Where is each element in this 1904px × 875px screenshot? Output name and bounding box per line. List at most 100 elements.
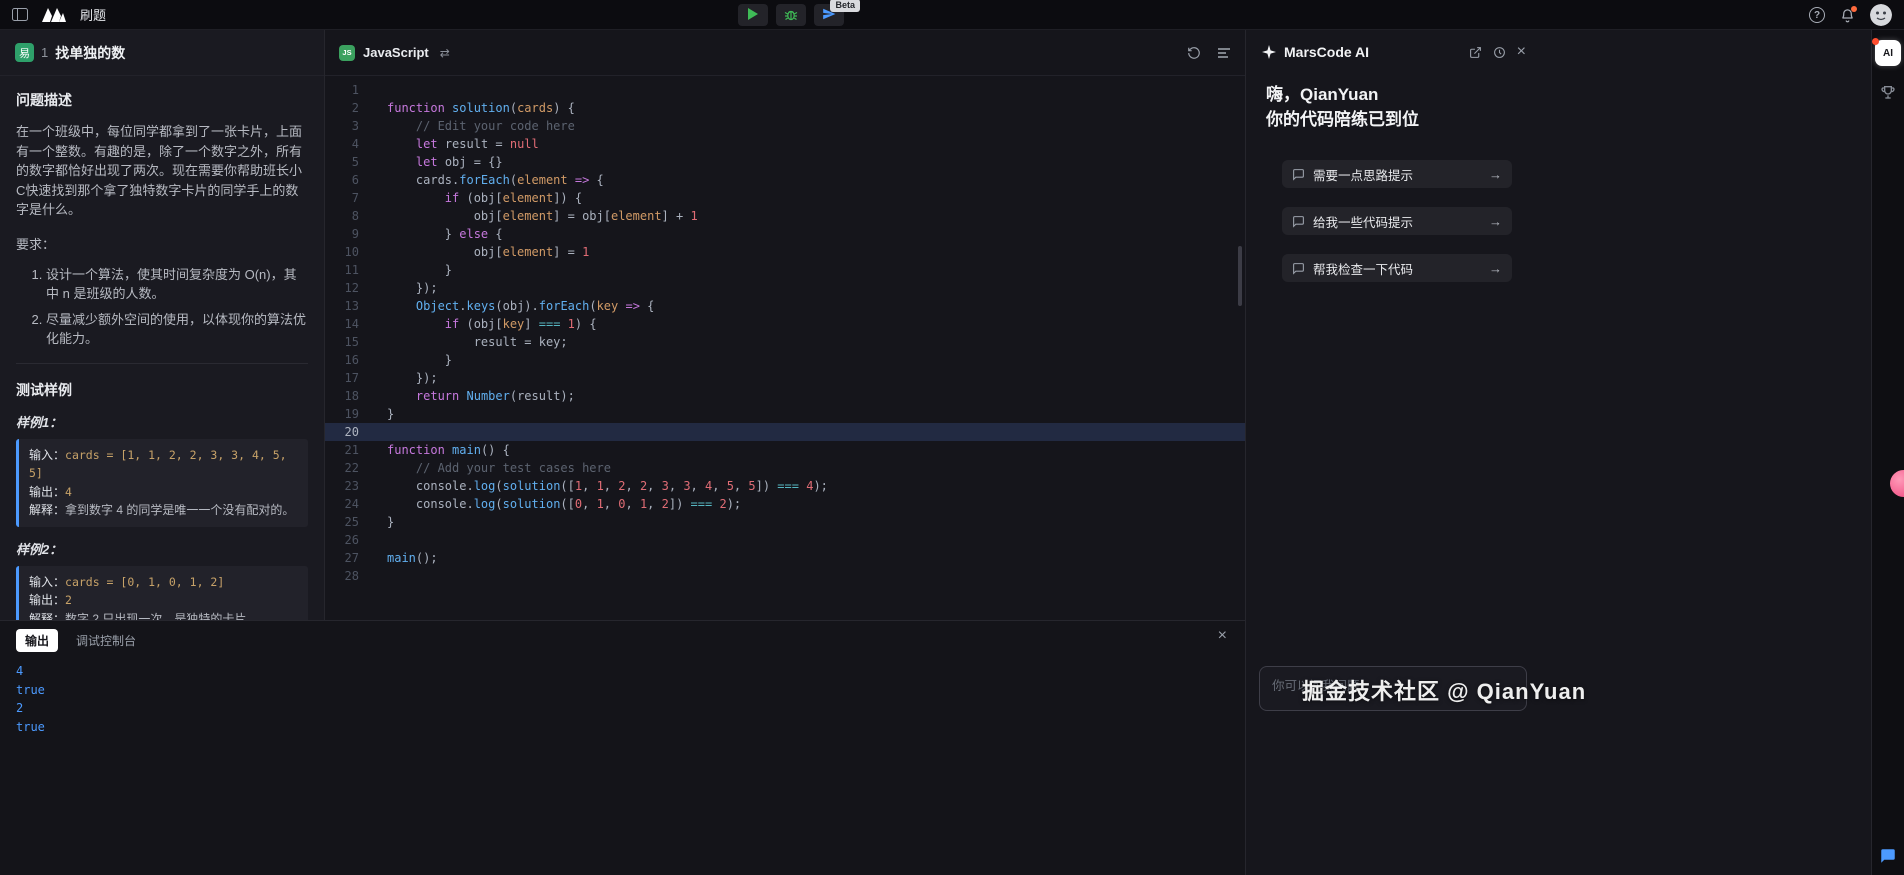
code-line[interactable]: 15 result = key;	[325, 333, 1245, 351]
debug-button[interactable]	[776, 4, 806, 26]
avatar[interactable]	[1870, 4, 1892, 26]
code-line[interactable]: 2function solution(cards) {	[325, 99, 1245, 117]
line-number: 11	[325, 261, 373, 279]
console-output-line: true	[16, 681, 1229, 700]
example-explain-text: 拿到数字 4 的同学是唯一一个没有配对的。	[65, 503, 294, 517]
example-output-label: 输出：	[29, 593, 65, 607]
format-icon[interactable]	[1217, 46, 1231, 60]
code-line[interactable]: 21function main() {	[325, 441, 1245, 459]
feedback-chat-icon[interactable]	[1879, 847, 1897, 865]
submit-button[interactable]: Beta	[814, 4, 844, 26]
code-line[interactable]: 18 return Number(result);	[325, 387, 1245, 405]
console-close-icon[interactable]: ×	[1218, 627, 1227, 645]
code-line[interactable]: 16 }	[325, 351, 1245, 369]
code-line[interactable]: 8 obj[element] = obj[element] + 1	[325, 207, 1245, 225]
code-line[interactable]: 9 } else {	[325, 225, 1245, 243]
code-line[interactable]: 27main();	[325, 549, 1245, 567]
tab-output[interactable]: 输出	[16, 629, 58, 652]
chat-bubble-icon	[1292, 215, 1305, 228]
code-line[interactable]: 12 });	[325, 279, 1245, 297]
tab-debug-console[interactable]: 调试控制台	[76, 632, 136, 649]
code-line[interactable]: 3 // Edit your code here	[325, 117, 1245, 135]
code-line[interactable]: 1	[325, 81, 1245, 99]
code-line[interactable]: 6 cards.forEach(element => {	[325, 171, 1245, 189]
problem-description: 在一个班级中，每位同学都拿到了一张卡片，上面有一个整数。有趣的是，除了一个数字之…	[16, 122, 308, 220]
console-panel: 输出 调试控制台 × 4true2true	[0, 620, 1245, 875]
marscode-logo[interactable]	[42, 8, 66, 22]
app-title[interactable]: 刷题	[80, 5, 106, 24]
marscode-ai-button[interactable]: AI	[1875, 40, 1901, 66]
language-switch-icon[interactable]: ⇄	[440, 46, 450, 60]
example-input-value: cards = [1, 1, 2, 2, 3, 3, 4, 5, 5]	[29, 448, 287, 481]
problem-header: 易 1 找单独的数	[0, 30, 324, 76]
ai-chat-input[interactable]	[1259, 666, 1527, 711]
section-title-description: 问题描述	[16, 90, 308, 110]
example-block: 输入：cards = [1, 1, 2, 2, 3, 3, 4, 5, 5] 输…	[16, 439, 308, 527]
code-line[interactable]: 5 let obj = {}	[325, 153, 1245, 171]
ai-suggestion-hint[interactable]: 需要一点思路提示 →	[1282, 160, 1512, 188]
line-number: 6	[325, 171, 373, 189]
editor-actions	[1187, 46, 1231, 60]
code-editor[interactable]: 12function solution(cards) {3 // Edit yo…	[325, 76, 1245, 620]
problem-panel: 易 1 找单独的数 问题描述 在一个班级中，每位同学都拿到了一张卡片，上面有一个…	[0, 30, 325, 620]
line-number: 25	[325, 513, 373, 531]
arrow-right-icon: →	[1489, 214, 1502, 229]
ai-suggestion-label: 给我一些代码提示	[1313, 212, 1413, 231]
requirements-list: 设计一个算法，使其时间复杂度为 O(n)，其中 n 是班级的人数。 尽量减少额外…	[16, 265, 308, 349]
code-line[interactable]: 10 obj[element] = 1	[325, 243, 1245, 261]
example-output-label: 输出：	[29, 485, 65, 499]
notification-dot	[1851, 6, 1857, 12]
line-number: 14	[325, 315, 373, 333]
ai-suggestion-code-hint[interactable]: 给我一些代码提示 →	[1282, 207, 1512, 235]
sidebar-toggle-icon[interactable]	[12, 8, 28, 21]
code-line[interactable]: 28	[325, 567, 1245, 585]
line-number: 26	[325, 531, 373, 549]
open-in-new-icon[interactable]	[1469, 46, 1482, 59]
code-line[interactable]: 19}	[325, 405, 1245, 423]
code-line[interactable]: 25}	[325, 513, 1245, 531]
example-explain-label: 解释：	[29, 612, 65, 621]
right-rail: AI	[1871, 30, 1904, 875]
example-input-value: cards = [0, 1, 0, 1, 2]	[65, 575, 224, 589]
run-button[interactable]	[738, 4, 768, 26]
code-line[interactable]: 17 });	[325, 369, 1245, 387]
line-number: 4	[325, 135, 373, 153]
arrow-right-icon: →	[1489, 167, 1502, 182]
editor-header: JS JavaScript ⇄	[325, 30, 1245, 76]
floating-promo-button[interactable]	[1890, 470, 1904, 497]
ai-notification-dot	[1872, 38, 1879, 45]
code-line[interactable]: 11 }	[325, 261, 1245, 279]
code-line[interactable]: 4 let result = null	[325, 135, 1245, 153]
code-line[interactable]: 24 console.log(solution([0, 1, 0, 1, 2])…	[325, 495, 1245, 513]
line-number: 27	[325, 549, 373, 567]
line-number: 7	[325, 189, 373, 207]
code-line[interactable]: 22 // Add your test cases here	[325, 459, 1245, 477]
example-label: 样例2：	[16, 539, 308, 558]
ai-suggestion-review[interactable]: 帮我检查一下代码 →	[1282, 254, 1512, 282]
ai-content: MarsCode AI × 嗨，QianYuan 你的代码陪练已到位	[1246, 30, 1538, 875]
problem-number: 1	[41, 45, 48, 60]
code-line[interactable]: 20	[325, 423, 1245, 441]
notifications-icon[interactable]	[1840, 8, 1855, 23]
bug-icon	[784, 7, 798, 24]
ai-close-icon[interactable]: ×	[1517, 44, 1526, 60]
code-line[interactable]: 23 console.log(solution([1, 1, 2, 2, 3, …	[325, 477, 1245, 495]
code-line[interactable]: 14 if (obj[key] === 1) {	[325, 315, 1245, 333]
language-tab[interactable]: JavaScript	[363, 45, 429, 60]
code-line[interactable]: 13 Object.keys(obj).forEach(key => {	[325, 297, 1245, 315]
history-icon[interactable]	[1493, 46, 1506, 59]
code-line[interactable]: 7 if (obj[element]) {	[325, 189, 1245, 207]
ai-greeting-line2: 你的代码陪练已到位	[1266, 107, 1518, 132]
console-output-line: 4	[16, 662, 1229, 681]
code-line[interactable]: 26	[325, 531, 1245, 549]
topbar: 刷题 Beta ?	[0, 0, 1904, 30]
problem-body: 问题描述 在一个班级中，每位同学都拿到了一张卡片，上面有一个整数。有趣的是，除了…	[0, 76, 324, 620]
ai-header: MarsCode AI ×	[1246, 30, 1538, 68]
contest-trophy-icon[interactable]	[1880, 84, 1896, 100]
editor-scrollbar[interactable]	[1238, 246, 1242, 306]
requirement-item: 尽量减少额外空间的使用，以体现你的算法优化能力。	[46, 310, 308, 349]
line-number: 21	[325, 441, 373, 459]
topbar-left: 刷题	[12, 5, 106, 24]
help-icon[interactable]: ?	[1809, 7, 1825, 23]
reset-code-icon[interactable]	[1187, 46, 1201, 60]
